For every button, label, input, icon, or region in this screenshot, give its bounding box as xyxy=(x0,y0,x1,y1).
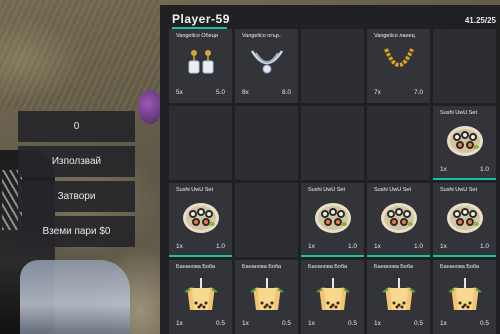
inventory-slot[interactable]: Бананова Боба 1x 0.5 xyxy=(235,260,298,334)
inventory-slot[interactable]: Vangelico Обеци 5x 5.0 xyxy=(169,29,232,103)
slot-label: Sushi UwU Set xyxy=(440,187,477,193)
slot-weight: 1.0 xyxy=(479,243,489,250)
slot-weight: 1.0 xyxy=(479,166,489,173)
inventory-slot-empty[interactable] xyxy=(433,29,496,103)
slot-label: Бананова Боба xyxy=(308,264,348,270)
slot-label: Vangelico Обеци xyxy=(176,33,218,39)
inventory-slot-empty[interactable] xyxy=(301,29,364,103)
slot-label: Sushi UwU Set xyxy=(308,187,345,193)
inventory-slot-empty[interactable] xyxy=(367,106,430,180)
inventory-slot[interactable]: Sushi UwU Set 1x 1.0 xyxy=(367,183,430,257)
inventory-slot[interactable]: Бананова Боба 1x 0.5 xyxy=(433,260,496,334)
slot-weight: 0.5 xyxy=(281,320,291,327)
sushi-icon xyxy=(314,199,352,235)
slot-count: 8x xyxy=(242,89,249,96)
slot-count: 1x xyxy=(440,320,447,327)
inventory-slot-empty[interactable] xyxy=(301,106,364,180)
boba-icon xyxy=(182,276,220,312)
slot-weight: 8.0 xyxy=(281,89,291,96)
slot-weight: 1.0 xyxy=(413,243,423,250)
slot-count: 5x xyxy=(176,89,183,96)
grass-texture xyxy=(0,0,160,110)
slot-count: 1x xyxy=(374,243,381,250)
slot-weight: 0.5 xyxy=(347,320,357,327)
slot-count: 1x xyxy=(308,243,315,250)
inventory-slot[interactable]: Vangelico ланец 7x 7.0 xyxy=(367,29,430,103)
inventory-slot[interactable]: Sushi UwU Set 1x 1.0 xyxy=(433,106,496,180)
inventory-slot[interactable]: Бананова Боба 1x 0.5 xyxy=(367,260,430,334)
slot-weight: 0.5 xyxy=(215,320,225,327)
inventory-slot[interactable]: Sushi UwU Set 1x 1.0 xyxy=(433,183,496,257)
slot-weight: 0.5 xyxy=(413,320,423,327)
earrings-icon xyxy=(182,45,220,81)
slot-durability-bar xyxy=(433,255,496,257)
sushi-icon xyxy=(446,122,484,158)
slot-count: 7x xyxy=(374,89,381,96)
use-button[interactable]: Използвай xyxy=(18,146,135,177)
slot-label: Sushi UwU Set xyxy=(440,110,477,116)
slot-count: 1x xyxy=(440,166,447,173)
inventory-slot[interactable]: Бананова Боба 1x 0.5 xyxy=(301,260,364,334)
inventory-slot[interactable]: Sushi UwU Set 1x 1.0 xyxy=(169,183,232,257)
slot-count: 1x xyxy=(308,320,315,327)
slot-durability-bar xyxy=(301,255,364,257)
slot-durability-bar xyxy=(367,255,430,257)
action-menu: 0 Използвай Затвори Вземи пари $0 xyxy=(18,111,135,251)
slot-label: Sushi UwU Set xyxy=(176,187,213,193)
chain-icon xyxy=(380,45,418,81)
character-jeans xyxy=(20,260,130,334)
boba-icon xyxy=(446,276,484,312)
inventory-slot-empty[interactable] xyxy=(235,183,298,257)
slot-label: Vangelico ланец xyxy=(374,33,415,39)
slot-durability-bar xyxy=(169,255,232,257)
slot-weight: 1.0 xyxy=(347,243,357,250)
close-button[interactable]: Затвори xyxy=(18,181,135,212)
slot-count: 1x xyxy=(176,320,183,327)
slot-count: 1x xyxy=(440,243,447,250)
inventory-grid: Vangelico Обеци 5x 5.0 Vangelico огър.. 8x 8.… xyxy=(169,29,500,334)
inventory-slot[interactable]: Бананова Боба 1x 0.5 xyxy=(169,260,232,334)
slot-weight: 1.0 xyxy=(215,243,225,250)
slot-label: Бананова Боба xyxy=(176,264,216,270)
inventory-weight: 41.25/25 xyxy=(464,16,496,25)
inventory-slot[interactable]: Sushi UwU Set 1x 1.0 xyxy=(301,183,364,257)
inventory-slot-empty[interactable] xyxy=(169,106,232,180)
slot-weight: 7.0 xyxy=(413,89,423,96)
boba-icon xyxy=(248,276,286,312)
purple-object xyxy=(138,90,162,124)
slot-weight: 5.0 xyxy=(215,89,225,96)
slot-count: 1x xyxy=(242,320,249,327)
boba-icon xyxy=(380,276,418,312)
take-money-button[interactable]: Вземи пари $0 xyxy=(18,216,135,247)
slot-count: 1x xyxy=(176,243,183,250)
sushi-icon xyxy=(446,199,484,235)
inventory-panel: Player-59 41.25/25 Vangelico Обеци 5x 5.0 V… xyxy=(160,5,500,334)
slot-label: Бананова Боба xyxy=(440,264,480,270)
slot-weight: 0.5 xyxy=(479,320,489,327)
amount-input[interactable]: 0 xyxy=(18,111,135,142)
necklace-icon xyxy=(248,45,286,81)
player-name: Player-59 xyxy=(172,12,230,26)
sushi-icon xyxy=(182,199,220,235)
slot-durability-bar xyxy=(433,178,496,180)
slot-label: Бананова Боба xyxy=(374,264,414,270)
slot-label: Sushi UwU Set xyxy=(374,187,411,193)
boba-icon xyxy=(314,276,352,312)
slot-label: Бананова Боба xyxy=(242,264,282,270)
inventory-slot[interactable]: Vangelico огър.. 8x 8.0 xyxy=(235,29,298,103)
sushi-icon xyxy=(380,199,418,235)
slot-count: 1x xyxy=(374,320,381,327)
slot-label: Vangelico огър.. xyxy=(242,33,282,39)
inventory-slot-empty[interactable] xyxy=(235,106,298,180)
